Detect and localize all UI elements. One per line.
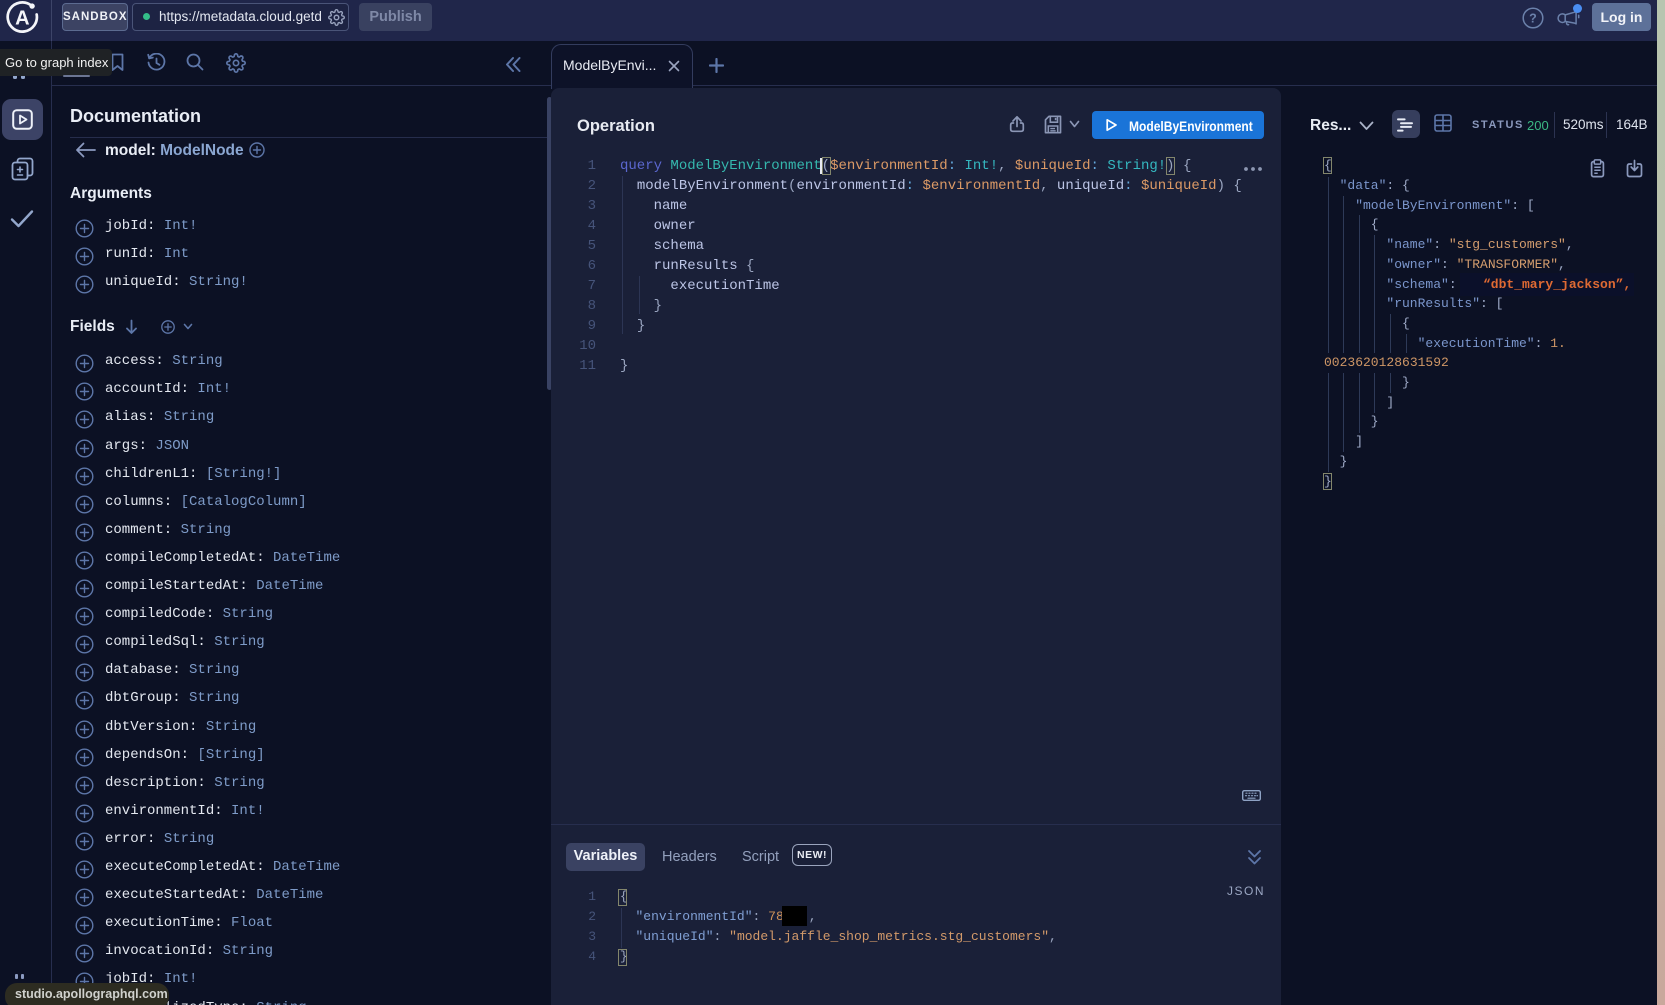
svg-text:?: ? [1529,12,1537,26]
svg-text:A: A [15,7,29,29]
